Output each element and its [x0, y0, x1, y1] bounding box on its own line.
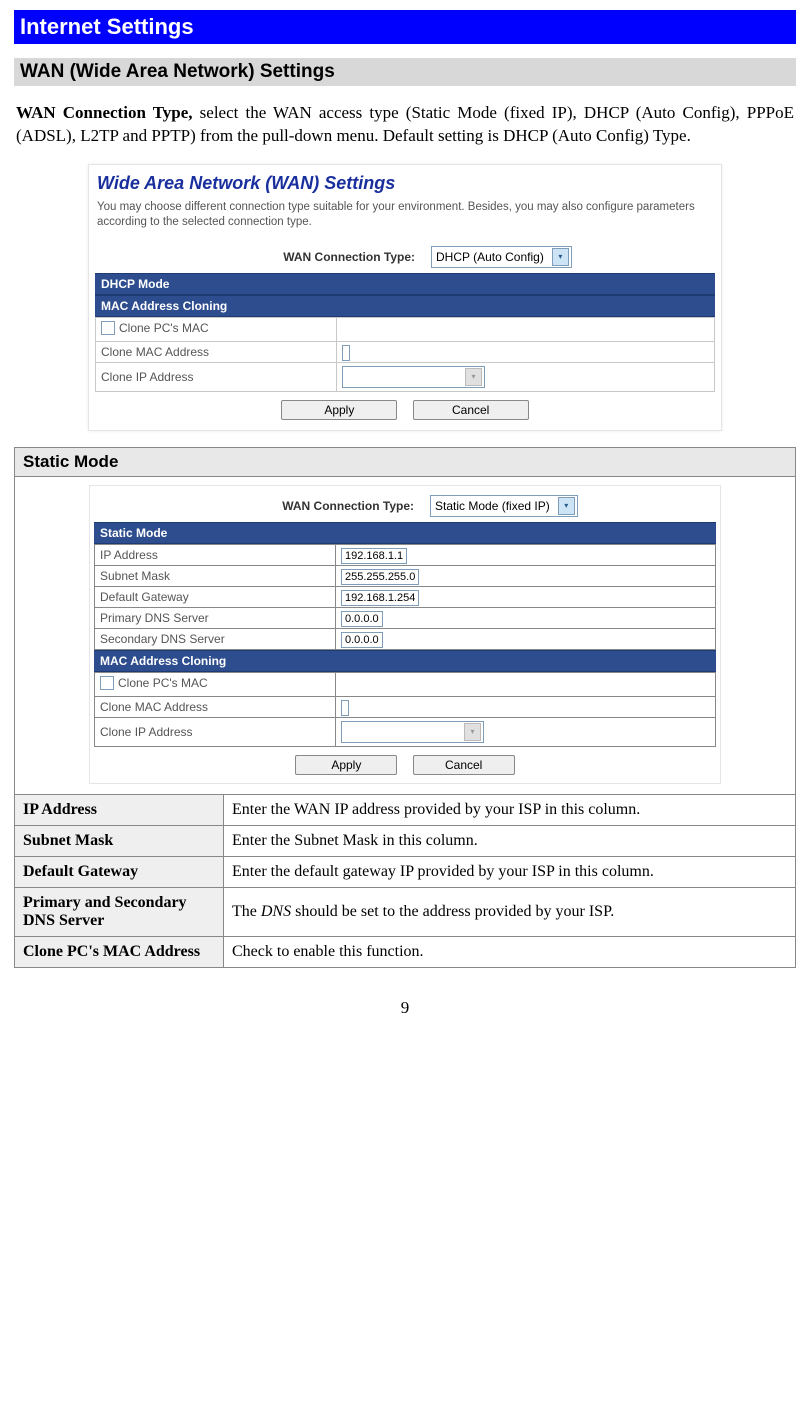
default-gateway-label: Default Gateway [95, 586, 336, 607]
page-title: Internet Settings [14, 10, 796, 44]
wan-conn-type-value-2: Static Mode (fixed IP) [433, 499, 558, 513]
static-mode-bar: Static Mode [94, 522, 716, 544]
wan-conn-type-label: WAN Connection Type: [95, 250, 431, 264]
table-row: IP Address Enter the WAN IP address prov… [15, 794, 796, 825]
screenshot-wan-static: WAN Connection Type: Static Mode (fixed … [89, 485, 721, 784]
table-row: Primary and Secondary DNS Server The DNS… [15, 887, 796, 936]
wan-conn-type-select[interactable]: DHCP (Auto Config) ▾ [431, 246, 572, 268]
intro-lead: WAN Connection Type, [16, 103, 200, 122]
clone-pc-mac-label-2: Clone PC's MAC [118, 676, 208, 690]
ip-address-input[interactable]: 192.168.1.1 [341, 548, 407, 564]
screenshot-wan-dhcp: Wide Area Network (WAN) Settings You may… [88, 164, 722, 431]
section-subtitle: WAN (Wide Area Network) Settings [14, 58, 796, 86]
clone-mac-address-label: Clone MAC Address [96, 341, 337, 362]
clone-mac-address-input[interactable] [342, 345, 350, 361]
default-gateway-input[interactable]: 192.168.1.254 [341, 590, 419, 606]
wan-settings-desc: You may choose different connection type… [95, 200, 715, 241]
wan-settings-heading: Wide Area Network (WAN) Settings [95, 171, 715, 200]
primary-dns-label: Primary DNS Server [95, 607, 336, 628]
table-row: Clone PC's MAC Address Check to enable t… [15, 936, 796, 967]
chevron-down-icon: ▾ [465, 368, 482, 386]
secondary-dns-label: Secondary DNS Server [95, 628, 336, 649]
checkbox-icon [100, 676, 114, 690]
desc-key: Primary and Secondary DNS Server [15, 887, 224, 936]
mac-cloning-bar: MAC Address Cloning [95, 295, 715, 317]
table-row: Subnet Mask Enter the Subnet Mask in thi… [15, 825, 796, 856]
desc-key: IP Address [15, 794, 224, 825]
mac-cloning-bar-2: MAC Address Cloning [94, 650, 716, 672]
desc-key: Subnet Mask [15, 825, 224, 856]
desc-val: Check to enable this function. [224, 936, 796, 967]
clone-ip-address-label-2: Clone IP Address [95, 717, 336, 746]
clone-ip-select[interactable]: ▾ [342, 366, 485, 388]
desc-val: Enter the Subnet Mask in this column. [224, 825, 796, 856]
desc-key: Clone PC's MAC Address [15, 936, 224, 967]
intro-paragraph: WAN Connection Type, select the WAN acce… [16, 102, 794, 148]
clone-pc-mac-label: Clone PC's MAC [119, 321, 209, 335]
wan-conn-type-select-2[interactable]: Static Mode (fixed IP) ▾ [430, 495, 578, 517]
ip-address-label: IP Address [95, 544, 336, 565]
static-mode-section: Static Mode WAN Connection Type: Static … [14, 447, 796, 968]
primary-dns-input[interactable]: 0.0.0.0 [341, 611, 383, 627]
cancel-button[interactable]: Cancel [413, 400, 529, 420]
clone-ip-select-2[interactable]: ▾ [341, 721, 484, 743]
desc-val: The DNS should be set to the address pro… [224, 887, 796, 936]
subnet-mask-input[interactable]: 255.255.255.0 [341, 569, 419, 585]
clone-pc-mac-checkbox-2[interactable]: Clone PC's MAC [100, 676, 208, 690]
page-number: 9 [14, 998, 796, 1018]
secondary-dns-input[interactable]: 0.0.0.0 [341, 632, 383, 648]
wan-conn-type-value: DHCP (Auto Config) [434, 250, 552, 264]
chevron-down-icon: ▾ [558, 497, 575, 515]
dhcp-mode-bar: DHCP Mode [95, 273, 715, 295]
subnet-mask-label: Subnet Mask [95, 565, 336, 586]
apply-button-2[interactable]: Apply [295, 755, 397, 775]
checkbox-icon [101, 321, 115, 335]
desc-val: Enter the WAN IP address provided by you… [224, 794, 796, 825]
desc-key: Default Gateway [15, 856, 224, 887]
apply-button[interactable]: Apply [281, 400, 397, 420]
desc-val: Enter the default gateway IP provided by… [224, 856, 796, 887]
clone-pc-mac-checkbox[interactable]: Clone PC's MAC [101, 321, 209, 335]
static-mode-header: Static Mode [15, 447, 796, 476]
chevron-down-icon: ▾ [464, 723, 481, 741]
clone-ip-address-label: Clone IP Address [96, 362, 337, 391]
cancel-button-2[interactable]: Cancel [413, 755, 515, 775]
chevron-down-icon: ▾ [552, 248, 569, 266]
wan-conn-type-label-2: WAN Connection Type: [94, 499, 430, 513]
table-row: Default Gateway Enter the default gatewa… [15, 856, 796, 887]
clone-mac-address-label-2: Clone MAC Address [95, 696, 336, 717]
clone-mac-address-input-2[interactable] [341, 700, 349, 716]
